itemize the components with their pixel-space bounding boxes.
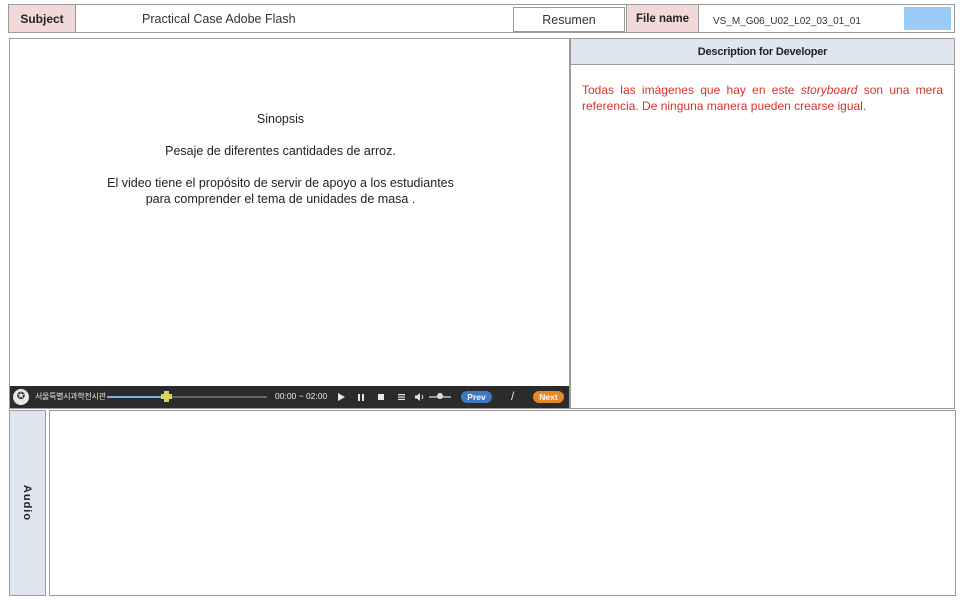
developer-note: Todas las imágenes que hay en este story… — [571, 65, 954, 114]
audio-label: Audio — [21, 484, 34, 522]
header-bar: Subject Practical Case Adobe Flash Resum… — [8, 4, 955, 33]
subject-label: Subject — [9, 5, 76, 32]
time-readout: 00:00 ~ 02:00 — [275, 391, 328, 401]
synopsis-block: Sinopsis Pesaje de diferentes cantidades… — [10, 111, 551, 207]
synopsis-line-3: para comprender el tema de unidades de m… — [145, 192, 416, 206]
synopsis-line-1: Pesaje de diferentes cantidades de arroz… — [165, 144, 396, 158]
prev-button[interactable]: Prev — [461, 391, 492, 403]
player-brand: 서울특별시과학전시관 — [35, 392, 106, 401]
volume-icon[interactable] — [413, 390, 427, 404]
synopsis-title: Sinopsis — [256, 112, 305, 126]
status-swatch — [904, 7, 951, 30]
audio-label-panel: Audio — [9, 410, 46, 596]
developer-heading: Description for Developer — [571, 39, 954, 65]
pause-icon[interactable] — [354, 390, 368, 404]
file-name-value: VS_M_G06_U02_L02_03_01_01 — [713, 16, 861, 27]
next-button[interactable]: Next — [533, 391, 564, 403]
developer-note-part-1: Todas las imágenes que hay en este — [582, 83, 801, 97]
nav-separator: / — [511, 389, 515, 403]
developer-panel: Description for Developer Todas las imág… — [570, 38, 955, 409]
progress-fill — [107, 396, 167, 398]
stage-panel: Sinopsis Pesaje de diferentes cantidades… — [9, 38, 570, 409]
menu-icon[interactable] — [394, 390, 408, 404]
developer-note-italic: storyboard — [800, 83, 858, 97]
progress-track[interactable] — [107, 396, 267, 398]
file-name-label: File name — [626, 5, 699, 32]
stop-icon[interactable] — [374, 390, 388, 404]
volume-knob[interactable] — [437, 393, 443, 399]
progress-knob-icon[interactable] — [161, 391, 173, 402]
video-player-bar: ✪ 서울특별시과학전시관 00:00 ~ 02:00 Prev / Next — [10, 386, 569, 408]
audio-content-box[interactable] — [49, 410, 956, 596]
synopsis-line-2: El video tiene el propósito de servir de… — [107, 176, 454, 190]
logo-icon: ✪ — [13, 389, 29, 405]
resumen-tab[interactable]: Resumen — [513, 7, 625, 32]
subject-value: Practical Case Adobe Flash — [142, 11, 296, 26]
play-icon[interactable] — [334, 390, 348, 404]
